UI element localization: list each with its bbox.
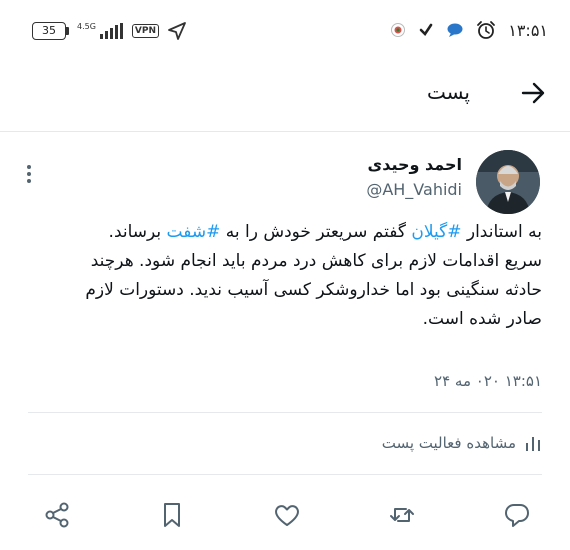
header: پست [0, 62, 570, 132]
reply-icon[interactable] [502, 500, 532, 530]
retweet-icon[interactable] [387, 500, 417, 530]
share-icon[interactable] [42, 500, 72, 530]
like-icon[interactable] [272, 500, 302, 530]
view-activity-label: مشاهده فعالیت پست [381, 434, 516, 452]
timestamp-divider [28, 412, 542, 413]
bookmark-icon[interactable] [157, 500, 187, 530]
bar-chart-icon [526, 437, 540, 451]
tweet-text: به استاندار #گیلان گفتم سریعتر خودش را ب… [22, 218, 542, 334]
battery-indicator: 35 [32, 22, 69, 40]
view-activity-link[interactable]: مشاهده فعالیت پست [382, 434, 542, 452]
more-options-icon[interactable] [22, 162, 36, 186]
tweet-line-3: حادثه سنگینی بود اما خداروشکر کسی آسیب ن… [85, 280, 542, 300]
arrow-right-icon[interactable] [518, 78, 548, 108]
header-divider [0, 131, 570, 132]
status-bar-left: 35 4.5G VPN [32, 21, 187, 41]
tweet-timestamp: ۱۳:۵۱ ۰۲۰ مه ۲۴ [434, 372, 542, 390]
avatar[interactable] [476, 150, 540, 214]
location-arrow-icon [168, 22, 186, 40]
author-handle[interactable]: @AH_Vahidi [366, 180, 462, 199]
avatar-image [476, 150, 540, 214]
hashtag-gilan[interactable]: #گیلان [411, 222, 461, 242]
status-bar: 35 4.5G VPN ۱۳:۵۱ [0, 0, 570, 62]
chat-bubble-icon [447, 23, 463, 37]
app-notification-icon [391, 23, 406, 37]
alarm-icon [477, 21, 496, 39]
page-title: پست [426, 80, 470, 104]
author-name[interactable]: احمد وحیدی [368, 155, 462, 174]
signal-icon [99, 23, 123, 39]
network-type: 4.5G [77, 22, 96, 31]
status-time: ۱۳:۵۱ [508, 20, 548, 40]
activity-divider [28, 474, 542, 475]
status-bar-right: ۱۳:۵۱ [390, 20, 548, 40]
vpn-badge: VPN [131, 24, 160, 38]
tweet-line-1: به استاندار #گیلان گفتم سریعتر خودش را ب… [108, 222, 542, 242]
check-icon [419, 23, 433, 37]
hashtag-shaft[interactable]: #شفت [167, 222, 221, 242]
tweet-line-4: صادر شده است. [422, 309, 542, 329]
action-bar [0, 490, 570, 540]
tweet-line-2: سریع اقدامات لازم برای کاهش درد مردم بای… [90, 251, 542, 271]
battery-level: 35 [32, 22, 66, 40]
